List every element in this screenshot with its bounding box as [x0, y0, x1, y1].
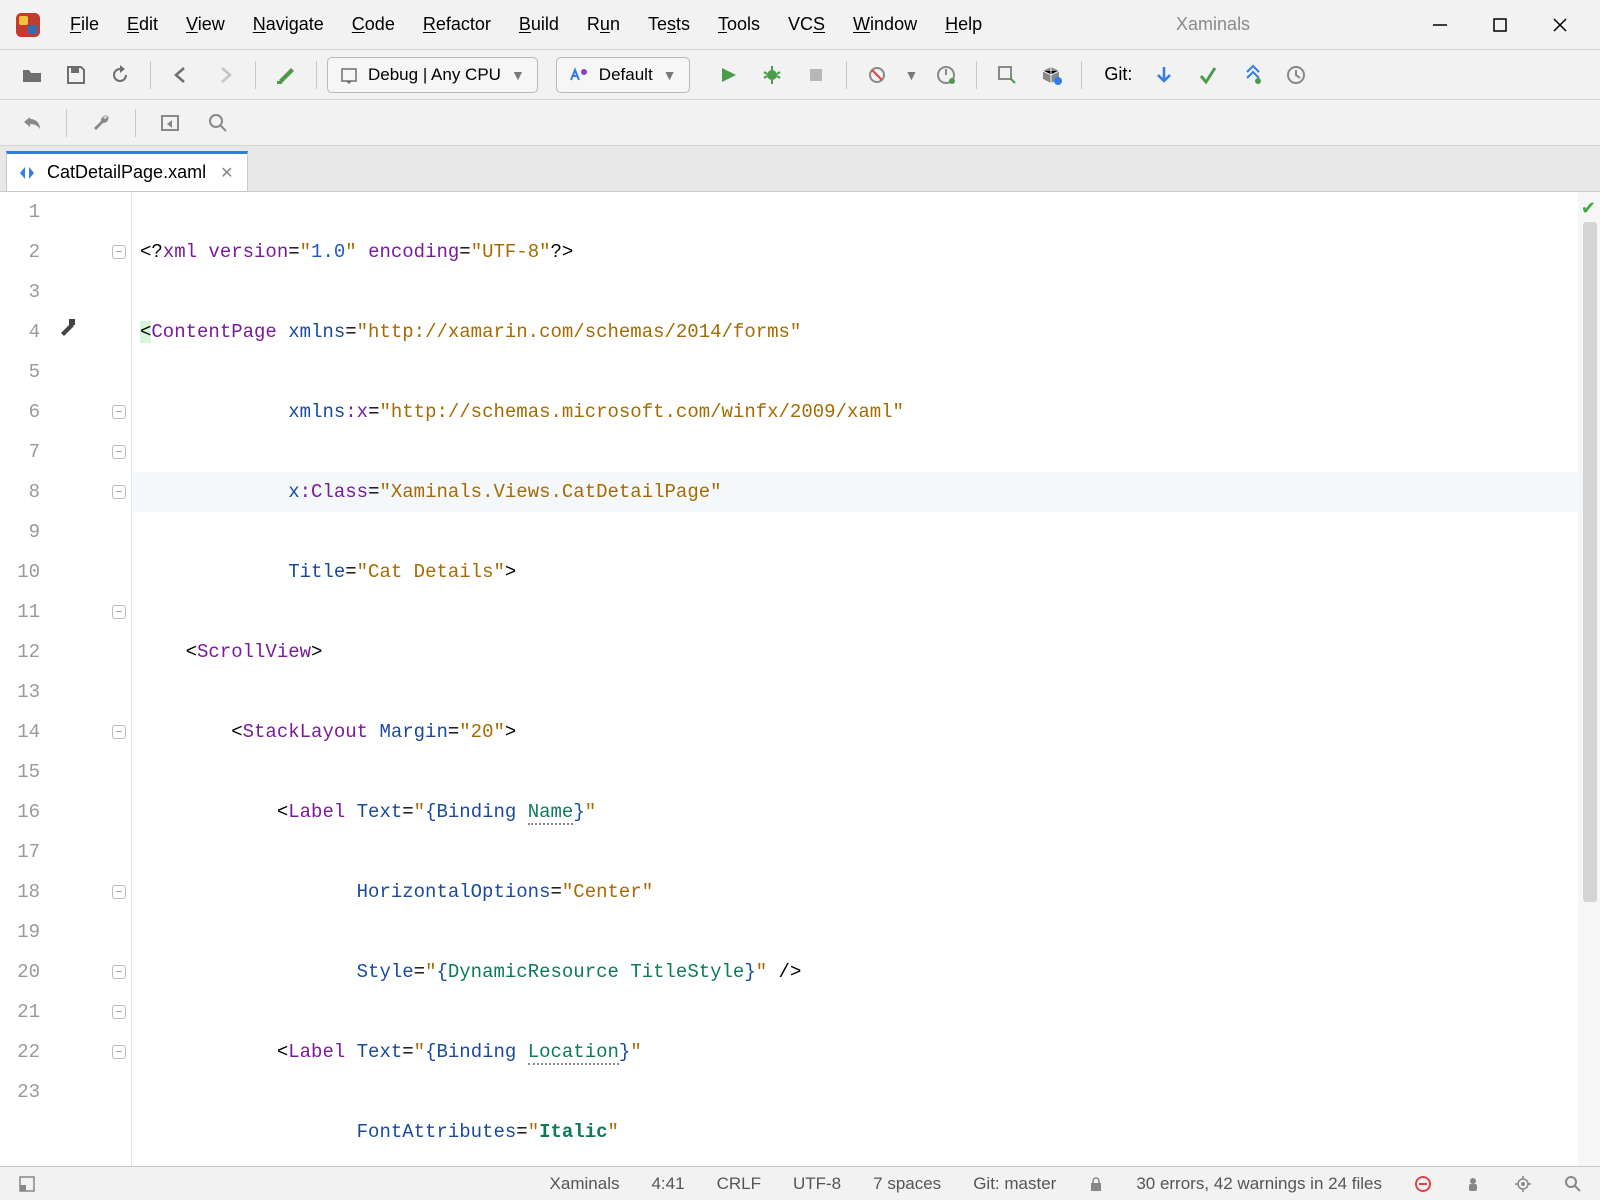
- window-title: Xaminals: [996, 14, 1430, 35]
- packages-icon[interactable]: [1031, 55, 1071, 95]
- attach-icon[interactable]: [857, 55, 897, 95]
- maximize-button[interactable]: [1490, 15, 1510, 35]
- menu-view[interactable]: View: [172, 10, 239, 39]
- inspection-ok-icon[interactable]: ✔: [1581, 198, 1596, 219]
- status-eol[interactable]: CRLF: [711, 1174, 767, 1194]
- menu-run[interactable]: Run: [573, 10, 634, 39]
- menu-bar: File Edit View Navigate Code Refactor Bu…: [56, 10, 996, 39]
- fold-icon[interactable]: −: [112, 245, 126, 259]
- wrench-icon[interactable]: [81, 103, 121, 143]
- lock-icon[interactable]: [1082, 1176, 1110, 1192]
- secondary-toolbar: [0, 100, 1600, 146]
- scrollbar-thumb[interactable]: [1583, 222, 1597, 902]
- right-gutter: ✔: [1578, 192, 1600, 1166]
- line-gutter: 1234567891011121314151617181920212223: [0, 192, 50, 1166]
- menu-help[interactable]: Help: [931, 10, 996, 39]
- xaml-file-icon: [17, 163, 37, 183]
- titlebar: File Edit View Navigate Code Refactor Bu…: [0, 0, 1600, 50]
- undo-icon[interactable]: [12, 103, 52, 143]
- menu-tools[interactable]: Tools: [704, 10, 774, 39]
- fold-column: − − − − − − − − − −: [110, 192, 132, 1166]
- fold-icon[interactable]: −: [112, 605, 126, 619]
- forward-icon[interactable]: [205, 55, 245, 95]
- fold-icon[interactable]: −: [112, 725, 126, 739]
- editor-tabs: CatDetailPage.xaml ✕: [0, 146, 1600, 192]
- error-icon[interactable]: [1408, 1175, 1438, 1193]
- back-icon[interactable]: [161, 55, 201, 95]
- close-button[interactable]: [1550, 15, 1570, 35]
- status-bar: Xaminals 4:41 CRLF UTF-8 7 spaces Git: m…: [0, 1166, 1600, 1200]
- chevron-down-icon[interactable]: ▼: [901, 67, 923, 83]
- fold-icon[interactable]: −: [112, 1005, 126, 1019]
- menu-vcs[interactable]: VCS: [774, 10, 839, 39]
- notifications-icon[interactable]: [1558, 1175, 1588, 1193]
- debug-icon[interactable]: [752, 55, 792, 95]
- config-dropdown[interactable]: Debug | Any CPU ▼: [327, 57, 538, 93]
- tab-catdetailpage[interactable]: CatDetailPage.xaml ✕: [6, 151, 248, 191]
- chevron-down-icon: ▼: [663, 67, 677, 83]
- status-project[interactable]: Xaminals: [544, 1174, 626, 1194]
- target-label: Default: [599, 65, 653, 85]
- git-push-icon[interactable]: [1232, 55, 1272, 95]
- menu-edit[interactable]: Edit: [113, 10, 172, 39]
- fold-icon[interactable]: −: [112, 885, 126, 899]
- chevron-down-icon: ▼: [511, 67, 525, 83]
- toolwindow-icon[interactable]: [12, 1175, 42, 1193]
- menu-tests[interactable]: Tests: [634, 10, 704, 39]
- status-problems[interactable]: 30 errors, 42 warnings in 24 files: [1130, 1174, 1388, 1194]
- target-dropdown[interactable]: Default ▼: [556, 57, 690, 93]
- config-label: Debug | Any CPU: [368, 65, 501, 85]
- search-icon[interactable]: [198, 103, 238, 143]
- menu-file[interactable]: File: [56, 10, 113, 39]
- marker-column: [50, 192, 110, 1166]
- git-history-icon[interactable]: [1276, 55, 1316, 95]
- menu-code[interactable]: Code: [338, 10, 409, 39]
- fold-icon[interactable]: −: [112, 445, 126, 459]
- save-icon[interactable]: [56, 55, 96, 95]
- refresh-icon[interactable]: [100, 55, 140, 95]
- status-indent[interactable]: 7 spaces: [867, 1174, 947, 1194]
- git-label: Git:: [1104, 64, 1132, 85]
- tab-label: CatDetailPage.xaml: [47, 162, 206, 183]
- code-content[interactable]: <?xml version="1.0" encoding="UTF-8"?> <…: [132, 192, 1578, 1166]
- open-icon[interactable]: [12, 55, 52, 95]
- status-vcs[interactable]: Git: master: [967, 1174, 1062, 1194]
- minimize-button[interactable]: [1430, 15, 1450, 35]
- debug-config-icon: [340, 66, 358, 84]
- git-pull-icon[interactable]: [1144, 55, 1184, 95]
- search-everywhere-icon[interactable]: [987, 55, 1027, 95]
- fold-icon[interactable]: −: [112, 1045, 126, 1059]
- fold-icon[interactable]: −: [112, 485, 126, 499]
- fold-icon[interactable]: −: [112, 405, 126, 419]
- window-controls: [1430, 15, 1600, 35]
- run-icon[interactable]: [708, 55, 748, 95]
- menu-build[interactable]: Build: [505, 10, 573, 39]
- menu-window[interactable]: Window: [839, 10, 931, 39]
- app-logo: [14, 11, 42, 39]
- menu-refactor[interactable]: Refactor: [409, 10, 505, 39]
- build-icon[interactable]: [266, 55, 306, 95]
- processes-icon[interactable]: [1508, 1175, 1538, 1193]
- menu-navigate[interactable]: Navigate: [239, 10, 338, 39]
- git-commit-icon[interactable]: [1188, 55, 1228, 95]
- inspector-icon[interactable]: [1458, 1175, 1488, 1193]
- stop-icon[interactable]: [796, 55, 836, 95]
- code-editor[interactable]: 1234567891011121314151617181920212223 − …: [0, 192, 1600, 1166]
- fold-icon[interactable]: −: [112, 965, 126, 979]
- status-encoding[interactable]: UTF-8: [787, 1174, 847, 1194]
- main-toolbar: Debug | Any CPU ▼ Default ▼ ▼ Git:: [0, 50, 1600, 100]
- layout-icon[interactable]: [150, 103, 190, 143]
- status-position[interactable]: 4:41: [645, 1174, 690, 1194]
- profiler-icon[interactable]: [926, 55, 966, 95]
- build-marker-icon[interactable]: [56, 316, 78, 338]
- dotnet-icon: [569, 66, 589, 84]
- tab-close-icon[interactable]: ✕: [216, 163, 233, 183]
